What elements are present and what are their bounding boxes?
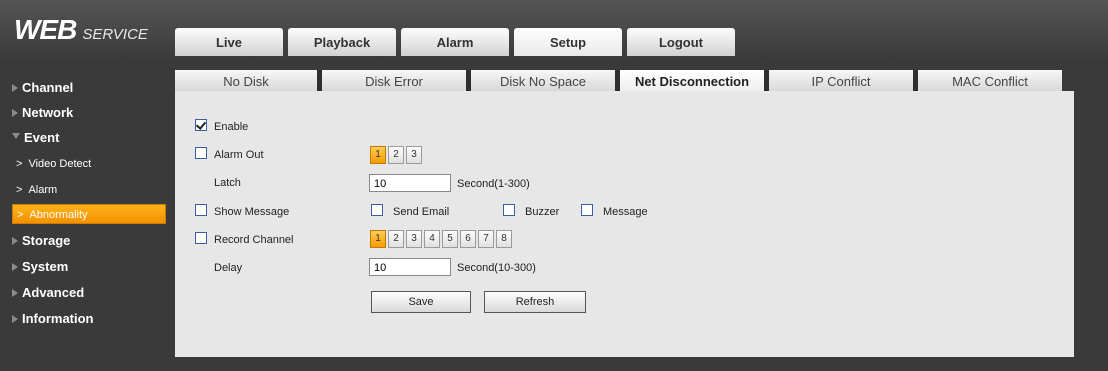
save-button[interactable]: Save [371,291,471,313]
record-channel-2-button[interactable]: 2 [388,230,404,248]
record-channel-4-button[interactable]: 4 [424,230,440,248]
delay-unit: Second(10-300) [457,262,536,274]
delay-label: Delay [214,262,243,274]
sidebar-item-label: Advanced [22,285,85,300]
alarm-out-1-button[interactable]: 1 [370,146,386,164]
collapsed-arrow-icon [12,236,18,245]
collapsed-arrow-icon [12,288,18,297]
logo-service-text: SERVICE [82,26,148,43]
sidebar-item-label: Information [22,311,94,326]
latch-label: Latch [214,177,241,189]
alarm-out-3-button[interactable]: 3 [406,146,422,164]
tab-live[interactable]: Live [175,28,283,56]
alarm-out-checkbox[interactable] [195,147,207,159]
record-channel-8-button[interactable]: 8 [496,230,512,248]
logo-web-text: WEB [14,14,77,45]
tab-logout[interactable]: Logout [627,28,735,56]
sidebar-sub-label: Alarm [28,184,58,196]
record-channel-label: Record Channel [214,234,294,246]
collapsed-arrow-icon [12,262,18,271]
show-message-label: Show Message [214,206,290,218]
alarm-out-2-button[interactable]: 2 [388,146,404,164]
send-email-label: Send Email [393,206,450,218]
latch-unit: Second(1-300) [457,178,530,190]
record-channel-7-button[interactable]: 7 [478,230,494,248]
tab-setup[interactable]: Setup [514,28,622,56]
sidebar-sub-alarm[interactable]: > Alarm [12,180,166,200]
sidebar-item-label: Channel [22,80,74,95]
buzzer-label: Buzzer [525,206,560,218]
alarm-out-label: Alarm Out [214,149,264,161]
sidebar-item-label: Storage [22,233,71,248]
sidebar-item-label: Event [24,130,60,145]
send-email-checkbox[interactable] [371,204,383,216]
buzzer-checkbox[interactable] [503,204,515,216]
delay-input[interactable]: 10 [369,258,451,276]
sidebar-item-event[interactable]: Event [12,130,59,145]
record-channel-checkbox[interactable] [195,232,207,244]
sidebar-item-network[interactable]: Network [12,105,73,120]
chevron-right-icon: > [17,209,24,221]
record-channel-1-button[interactable]: 1 [370,230,386,248]
message-checkbox[interactable] [581,204,593,216]
sidebar-item-label: Network [22,105,74,120]
collapsed-arrow-icon [12,314,18,323]
record-channel-3-button[interactable]: 3 [406,230,422,248]
sidebar-sub-label: Video Detect [28,158,92,170]
message-label: Message [603,206,648,218]
refresh-button[interactable]: Refresh [484,291,586,313]
sidebar-item-storage[interactable]: Storage [12,233,70,248]
sidebar-sub-abnormality[interactable]: > Abnormality [12,204,166,224]
chevron-right-icon: > [16,158,23,170]
sidebar-sub-label: Abnormality [29,209,88,221]
sidebar-item-advanced[interactable]: Advanced [12,285,84,300]
collapsed-arrow-icon [12,108,18,117]
record-channel-6-button[interactable]: 6 [460,230,476,248]
enable-checkbox[interactable] [195,119,207,131]
collapsed-arrow-icon [12,83,18,92]
sidebar-item-label: System [22,259,69,274]
tab-alarm[interactable]: Alarm [401,28,509,56]
tab-playback[interactable]: Playback [288,28,396,56]
web-service-logo: WEB SERVICE [14,14,148,46]
record-channel-5-button[interactable]: 5 [442,230,458,248]
enable-label: Enable [214,121,249,133]
chevron-right-icon: > [16,184,23,196]
sidebar-sub-video-detect[interactable]: > Video Detect [12,154,166,174]
sidebar-item-information[interactable]: Information [12,311,94,326]
sidebar-item-system[interactable]: System [12,259,68,274]
show-message-checkbox[interactable] [195,204,207,216]
settings-panel [175,91,1074,357]
expanded-arrow-icon [12,132,20,139]
latch-input[interactable]: 10 [369,174,451,192]
sidebar-item-channel[interactable]: Channel [12,80,73,95]
